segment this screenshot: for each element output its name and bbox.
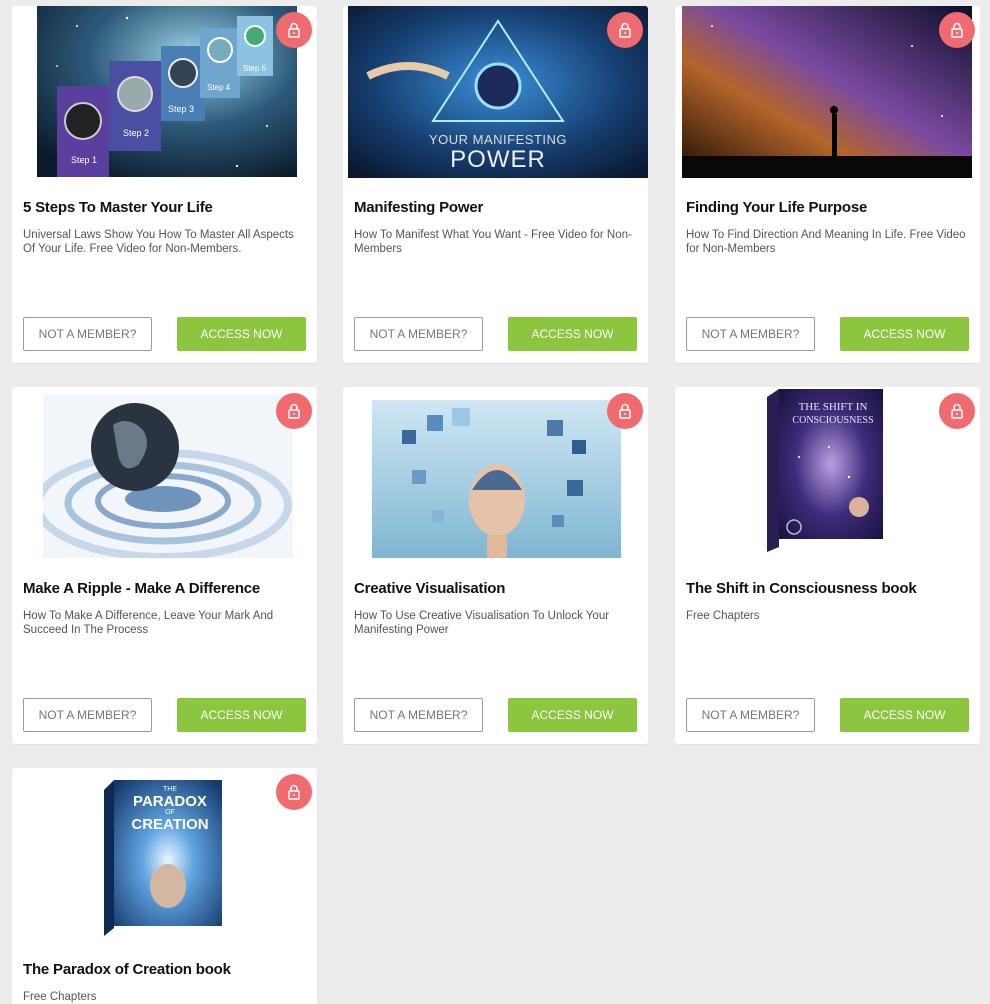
access-now-button[interactable]: ACCESS NOW bbox=[508, 698, 637, 732]
not-a-member-button[interactable]: NOT A MEMBER? bbox=[23, 317, 152, 351]
image-caption: OF bbox=[165, 809, 175, 816]
course-image[interactable] bbox=[682, 6, 972, 178]
not-a-member-button[interactable]: NOT A MEMBER? bbox=[354, 317, 483, 351]
course-card: Make A Ripple - Make A Difference How To… bbox=[12, 387, 317, 744]
step-label: Step 5 bbox=[243, 64, 267, 73]
course-image[interactable]: Step 1 Step 2 Step 3 Step 4 Step 5 bbox=[37, 6, 297, 177]
not-a-member-button[interactable]: NOT A MEMBER? bbox=[354, 698, 483, 732]
access-now-button[interactable]: ACCESS NOW bbox=[177, 698, 306, 732]
access-now-button[interactable]: ACCESS NOW bbox=[177, 317, 306, 351]
image-caption: CREATION bbox=[131, 816, 209, 833]
card-description: Free Chapters bbox=[23, 991, 97, 1003]
card-description: How To Make A Difference, Leave Your Mar… bbox=[23, 610, 274, 636]
lock-icon bbox=[939, 393, 975, 429]
card-description: Free Chapters bbox=[686, 610, 760, 622]
card-description: How To Manifest What You Want - Free Vid… bbox=[354, 229, 632, 255]
course-card: Finding Your Life Purpose How To Find Di… bbox=[675, 6, 980, 363]
lock-icon bbox=[607, 12, 643, 48]
image-caption: THE SHIFT IN bbox=[798, 401, 868, 413]
book-cover-image[interactable]: THE PARADOX OF CREATION bbox=[98, 776, 228, 936]
card-title: Make A Ripple - Make A Difference bbox=[23, 580, 261, 597]
lock-icon bbox=[276, 393, 312, 429]
course-image[interactable] bbox=[372, 400, 621, 558]
not-a-member-button[interactable]: NOT A MEMBER? bbox=[686, 317, 815, 351]
image-caption: THE bbox=[163, 786, 177, 793]
book-cover-image[interactable]: THE SHIFT IN CONSCIOUSNESS bbox=[759, 387, 889, 552]
course-card: Creative Visualisation How To Use Creati… bbox=[343, 387, 648, 744]
card-description: How To Use Creative Visualisation To Unl… bbox=[354, 610, 610, 636]
card-title: Manifesting Power bbox=[354, 199, 484, 216]
card-title: Creative Visualisation bbox=[354, 580, 506, 597]
step-label: Step 3 bbox=[168, 104, 195, 114]
lock-icon bbox=[607, 393, 643, 429]
image-caption: CONSCIOUSNESS bbox=[792, 415, 874, 426]
course-image[interactable] bbox=[43, 395, 293, 558]
image-caption: PARADOX bbox=[133, 793, 207, 810]
course-card: YOUR MANIFESTING POWER Manifesting Power… bbox=[343, 6, 648, 363]
image-caption: POWER bbox=[450, 146, 546, 173]
access-now-button[interactable]: ACCESS NOW bbox=[840, 317, 969, 351]
lock-icon bbox=[276, 12, 312, 48]
course-card: Step 1 Step 2 Step 3 Step 4 Step 5 5 Ste… bbox=[12, 6, 317, 363]
step-label: Step 1 bbox=[71, 155, 98, 165]
course-image[interactable]: YOUR MANIFESTING POWER bbox=[348, 6, 648, 178]
card-description: Universal Laws Show You How To Master Al… bbox=[23, 229, 294, 255]
lock-icon bbox=[276, 774, 312, 810]
step-label: Step 4 bbox=[207, 83, 231, 92]
card-title: Finding Your Life Purpose bbox=[686, 199, 868, 216]
not-a-member-button[interactable]: NOT A MEMBER? bbox=[23, 698, 152, 732]
access-now-button[interactable]: ACCESS NOW bbox=[508, 317, 637, 351]
image-caption: YOUR MANIFESTING bbox=[428, 132, 567, 147]
step-label: Step 2 bbox=[123, 128, 150, 138]
course-card: THE PARADOX OF CREATION The Paradox of C… bbox=[12, 768, 317, 1004]
lock-icon bbox=[939, 12, 975, 48]
card-title: The Paradox of Creation book bbox=[23, 961, 231, 978]
card-title: The Shift in Consciousness book bbox=[686, 580, 917, 597]
card-title: 5 Steps To Master Your Life bbox=[23, 199, 213, 216]
card-description: How To Find Direction And Meaning In Lif… bbox=[686, 229, 966, 255]
course-card: THE SHIFT IN CONSCIOUSNESS The Shift in … bbox=[675, 387, 980, 744]
not-a-member-button[interactable]: NOT A MEMBER? bbox=[686, 698, 815, 732]
access-now-button[interactable]: ACCESS NOW bbox=[840, 698, 969, 732]
